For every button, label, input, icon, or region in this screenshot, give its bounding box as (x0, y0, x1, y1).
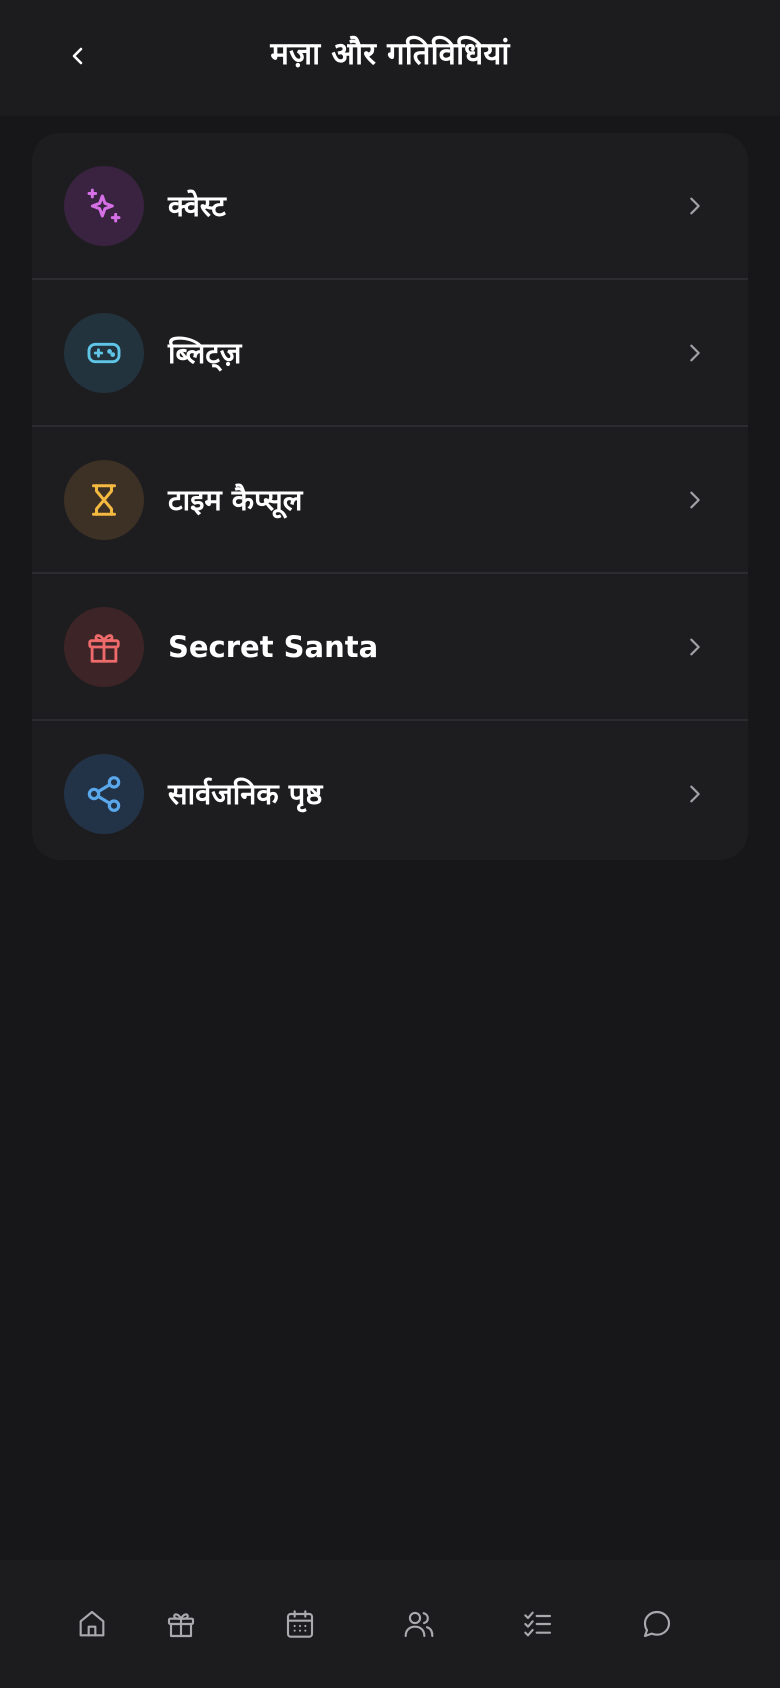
nav-calendar[interactable] (240, 1560, 359, 1688)
nav-people[interactable] (359, 1560, 478, 1688)
hourglass-icon (92, 483, 116, 516)
chevron-right-icon (680, 191, 710, 221)
list-item-label: Secret Santa (168, 629, 379, 664)
chevron-right-icon (680, 779, 710, 809)
icon-circle (64, 606, 144, 687)
nav-home[interactable] (63, 1560, 121, 1688)
list-item-label: क्वेस्ट (168, 189, 226, 223)
gift-icon (88, 633, 120, 663)
nav-gifts[interactable] (121, 1560, 240, 1688)
chevron-right-icon (680, 338, 710, 368)
bottom-navigation (0, 1560, 780, 1688)
icon-circle (64, 459, 144, 540)
chevron-right-icon (680, 632, 710, 662)
nav-chat[interactable] (597, 1560, 716, 1688)
gamepad-icon (87, 342, 121, 363)
list-item-public-page[interactable]: सार्वजनिक पृष्ठ (32, 719, 748, 860)
list-item-secret-santa[interactable]: Secret Santa (32, 572, 748, 719)
home-icon (79, 1610, 105, 1637)
list-item-time-capsule[interactable]: टाइम कैप्सूल (32, 425, 748, 572)
header-bar: मज़ा और गतिविधियां (0, 0, 780, 116)
list-item-label: ब्लिट्ज़ (168, 336, 242, 370)
icon-circle (64, 753, 144, 834)
list-item-quest[interactable]: क्वेस्ट (32, 133, 748, 278)
fun-activities-screen: मज़ा और गतिविधियां क्वेस्ट ब्लिट्ज़ टाइम… (0, 0, 780, 1688)
sparkles-icon (87, 188, 121, 222)
share-icon (87, 775, 121, 812)
list-item-label: टाइम कैप्सूल (168, 483, 303, 517)
calendar-icon (286, 1610, 313, 1638)
checklist-icon (523, 1611, 551, 1637)
icon-circle (64, 165, 144, 246)
icon-circle (64, 312, 144, 393)
chat-icon (643, 1610, 670, 1638)
activities-list: क्वेस्ट ब्लिट्ज़ टाइम कैप्सूल Secret San… (32, 133, 748, 860)
page-title: मज़ा और गतिविधियां (270, 36, 510, 72)
users-icon (404, 1611, 433, 1638)
gift-icon (167, 1613, 194, 1638)
chevron-right-icon (680, 485, 710, 515)
list-item-label: सार्वजनिक पृष्ठ (168, 777, 323, 811)
list-item-blitz[interactable]: ब्लिट्ज़ (32, 278, 748, 425)
nav-tasks[interactable] (478, 1560, 597, 1688)
